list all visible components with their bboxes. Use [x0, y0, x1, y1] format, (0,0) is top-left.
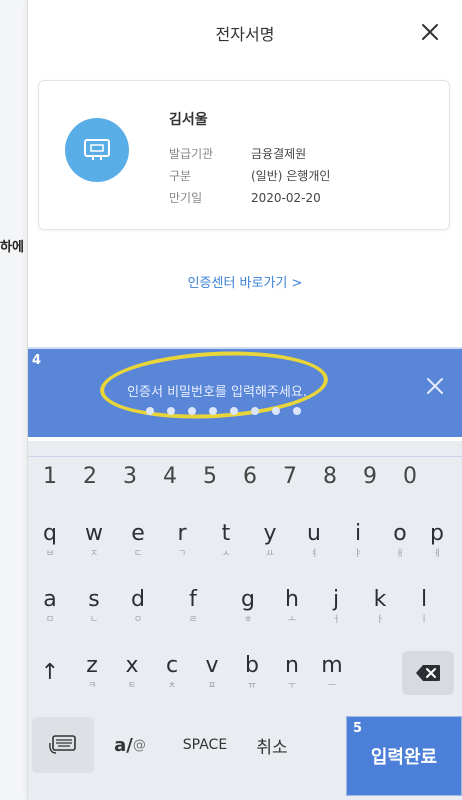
- key-j[interactable]: jㅓ: [314, 579, 358, 635]
- password-clear-button[interactable]: [424, 375, 446, 397]
- key-1[interactable]: 1: [30, 455, 70, 499]
- key-s[interactable]: sㄴ: [72, 579, 116, 635]
- issuer-row: 발급기관 금융결제원: [169, 143, 330, 165]
- key-x[interactable]: xㅌ: [112, 645, 152, 701]
- close-button[interactable]: [418, 20, 442, 44]
- keyboard-icon: [49, 735, 76, 754]
- issuer-label: 발급기관: [169, 147, 214, 161]
- key-9[interactable]: 9: [350, 455, 390, 499]
- step-badge-5: 5: [353, 721, 363, 736]
- shift-key[interactable]: ↑: [28, 645, 72, 701]
- background-peek-text: 하에: [0, 240, 24, 255]
- certificate-details: 발급기관 금융결제원 구분 (일반) 은행개인 만기일 2020-02-20: [169, 143, 330, 209]
- certificate-icon: [65, 118, 129, 182]
- key-6[interactable]: 6: [230, 455, 270, 499]
- backspace-icon: [416, 665, 440, 681]
- type-row: 구분 (일반) 은행개인: [169, 165, 330, 187]
- expiry-row: 만기일 2020-02-20: [169, 187, 330, 209]
- key-u[interactable]: uㅕ: [292, 513, 336, 569]
- header: 전자서명: [28, 0, 462, 72]
- key-d[interactable]: dㅇ: [116, 579, 160, 635]
- certificate-card[interactable]: 김서울 발급기관 금융결제원 구분 (일반) 은행개인 만기일 2020-02-…: [38, 80, 450, 230]
- confirm-input-button[interactable]: 5 입력완료: [346, 716, 462, 796]
- key-7[interactable]: 7: [270, 455, 310, 499]
- key-v[interactable]: vㅍ: [192, 645, 232, 701]
- signature-sheet: 전자서명 김서울 발급기관 금융결제원 구분 (일반) 은행개인 만기일 202…: [28, 0, 462, 800]
- key-3[interactable]: 3: [110, 455, 150, 499]
- key-h[interactable]: hㅗ: [270, 579, 314, 635]
- cert-center-link[interactable]: 인증센터 바로가기 >: [28, 272, 462, 291]
- key-k[interactable]: kㅏ: [358, 579, 402, 635]
- key-c[interactable]: cㅊ: [152, 645, 192, 701]
- key-e[interactable]: eㄷ: [116, 513, 160, 569]
- key-a[interactable]: aㅁ: [28, 579, 72, 635]
- password-dots: [146, 407, 301, 415]
- password-dot: [188, 407, 196, 415]
- key-n[interactable]: nㅜ: [272, 645, 312, 701]
- keyboard-switch-key[interactable]: [32, 717, 94, 773]
- key-b[interactable]: bㅠ: [232, 645, 272, 701]
- password-dot: [209, 407, 217, 415]
- key-i[interactable]: iㅑ: [336, 513, 380, 569]
- password-dot: [230, 407, 238, 415]
- expiry-value: 2020-02-20: [251, 191, 321, 205]
- background-page: [0, 0, 28, 800]
- key-y[interactable]: yㅛ: [248, 513, 292, 569]
- key-l[interactable]: lㅣ: [402, 579, 446, 635]
- key-q[interactable]: qㅂ: [28, 513, 72, 569]
- key-p[interactable]: pㅔ: [420, 513, 454, 569]
- password-prompt: 인증서 비밀번호를 입력해주세요.: [127, 385, 307, 400]
- alpha-symbol-toggle[interactable]: a/ @: [94, 717, 166, 773]
- number-row: 1 2 3 4 5 6 7 8 9 0: [28, 455, 462, 499]
- shift-icon: ↑: [40, 660, 60, 685]
- key-z[interactable]: zㅋ: [72, 645, 112, 701]
- key-0[interactable]: 0: [390, 455, 430, 499]
- type-value: (일반) 은행개인: [251, 169, 331, 183]
- letter-row-1: qㅂ wㅈ eㄷ rㄱ tㅅ yㅛ uㅕ iㅑ oㅐ pㅔ: [28, 513, 462, 569]
- key-g[interactable]: gㅎ: [226, 579, 270, 635]
- cancel-key[interactable]: 취소: [244, 717, 300, 773]
- confirm-input-label: 입력완료: [370, 747, 438, 768]
- letter-row-3: ↑ zㅋ xㅌ cㅊ vㅍ bㅠ nㅜ mㅡ: [28, 645, 462, 701]
- close-icon: [422, 24, 438, 40]
- close-icon: [427, 378, 443, 394]
- certificate-owner-name: 김서울: [169, 112, 208, 128]
- alpha-label: a/: [114, 734, 133, 756]
- key-f[interactable]: fㄹ: [160, 579, 226, 635]
- key-2[interactable]: 2: [70, 455, 110, 499]
- expiry-label: 만기일: [169, 191, 203, 205]
- at-label: @: [132, 737, 146, 753]
- password-dot: [272, 407, 280, 415]
- key-8[interactable]: 8: [310, 455, 350, 499]
- issuer-value: 금융결제원: [251, 147, 307, 161]
- password-dot: [146, 407, 154, 415]
- password-dot: [167, 407, 175, 415]
- key-m[interactable]: mㅡ: [312, 645, 352, 701]
- key-5[interactable]: 5: [190, 455, 230, 499]
- letter-row-2: aㅁ sㄴ dㅇ fㄹ gㅎ hㅗ jㅓ kㅏ lㅣ: [28, 579, 462, 635]
- key-t[interactable]: tㅅ: [204, 513, 248, 569]
- password-dot: [293, 407, 301, 415]
- type-label: 구분: [169, 169, 192, 183]
- page-title: 전자서명: [215, 25, 275, 44]
- key-4[interactable]: 4: [150, 455, 190, 499]
- space-key[interactable]: SPACE: [166, 717, 244, 773]
- password-dot: [251, 407, 259, 415]
- key-o[interactable]: oㅐ: [380, 513, 420, 569]
- step-badge-4: 4: [32, 353, 42, 368]
- key-r[interactable]: rㄱ: [160, 513, 204, 569]
- key-w[interactable]: wㅈ: [72, 513, 116, 569]
- backspace-key[interactable]: [402, 651, 454, 695]
- password-bar: 4 인증서 비밀번호를 입력해주세요.: [28, 346, 462, 437]
- empty-key: [352, 645, 402, 701]
